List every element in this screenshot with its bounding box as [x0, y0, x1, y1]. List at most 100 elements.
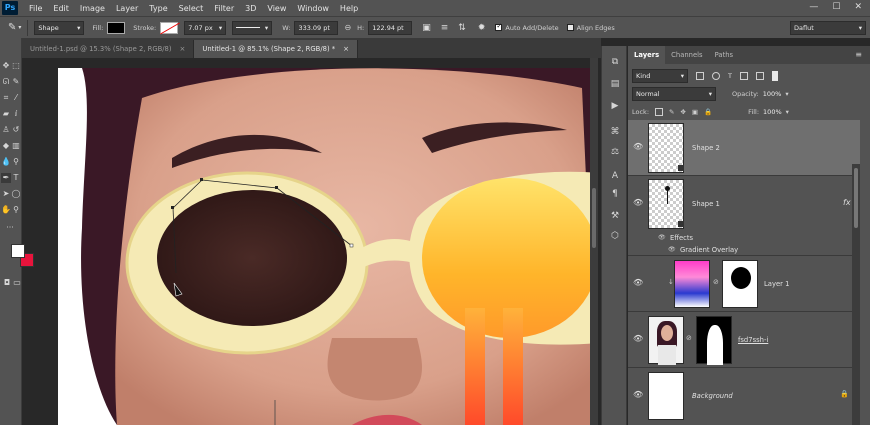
zoom-tool-icon[interactable]: ⚲	[11, 205, 21, 215]
filter-pixel-icon[interactable]	[696, 72, 704, 80]
anchor-point[interactable]	[275, 186, 278, 189]
gradient-tool-icon[interactable]: ▥	[11, 141, 21, 151]
lock-icon[interactable]: 🔒	[840, 390, 849, 398]
filter-shape-icon[interactable]	[739, 72, 748, 80]
menu-edit[interactable]: Edit	[53, 4, 69, 13]
more-tools-icon[interactable]: ···	[5, 223, 15, 233]
filter-type-icon[interactable]: T	[728, 72, 732, 80]
anchor-point[interactable]	[200, 178, 203, 181]
blur-tool-icon[interactable]: 💧	[1, 157, 11, 167]
scrollbar-thumb[interactable]	[592, 188, 596, 248]
eraser-tool-icon[interactable]: ◆	[1, 141, 11, 151]
close-icon[interactable]: ×	[180, 45, 186, 53]
menu-type[interactable]: Type	[149, 4, 167, 13]
layer-row-background[interactable]: 👁 Background 🔒	[628, 368, 860, 424]
clone-stamp-tool-icon[interactable]: ♙	[1, 125, 11, 135]
screen-mode-icon[interactable]: ▭	[12, 278, 22, 288]
tab-untitled-1-psd[interactable]: Untitled-1.psd @ 15.3% (Shape 2, RGB/8) …	[22, 40, 195, 58]
path-arrangement-icon[interactable]: ⇅	[458, 23, 466, 33]
pen-tool-icon[interactable]: ✒	[1, 173, 11, 183]
visibility-eye-icon[interactable]: 👁	[633, 390, 643, 399]
pen-tool-preset-icon[interactable]: ✎	[8, 22, 16, 33]
adjustments-icon[interactable]: ⚖	[608, 146, 622, 158]
layer-effects-row[interactable]: 👁 Effects	[628, 232, 860, 244]
blend-mode-select[interactable]: Normal ▾	[632, 87, 716, 101]
panel-menu-icon[interactable]: ≡	[855, 50, 862, 59]
fill-value[interactable]: 100%	[763, 108, 782, 116]
hand-tool-icon[interactable]: ✋	[1, 205, 11, 215]
stroke-width-field[interactable]: 7.07 px ▾	[184, 20, 227, 35]
layers-scrollbar[interactable]	[852, 164, 860, 425]
canvas-vertical-scrollbar[interactable]	[590, 58, 598, 425]
visibility-eye-icon[interactable]: 👁	[668, 246, 676, 253]
tab-layers[interactable]: Layers	[628, 46, 666, 64]
filter-toggle-icon[interactable]	[771, 71, 778, 81]
layer-name[interactable]: Shape 2	[692, 144, 720, 152]
stroke-style-select[interactable]: ▾	[232, 20, 273, 35]
type-tool-icon[interactable]: T	[11, 173, 21, 183]
settings-gear-icon[interactable]: ✹	[478, 23, 486, 33]
eyedropper-tool-icon[interactable]: ⁄	[11, 93, 21, 103]
gradient-overlay-row[interactable]: 👁 Gradient Overlay	[628, 244, 860, 256]
path-operations-icon[interactable]: ▣	[422, 23, 431, 33]
lasso-tool-icon[interactable]: ᘏ	[1, 77, 11, 87]
anchor-point[interactable]	[349, 243, 354, 248]
tab-paths[interactable]: Paths	[709, 46, 739, 64]
menu-layer[interactable]: Layer	[116, 4, 138, 13]
layer-name[interactable]: Background	[692, 392, 733, 400]
path-alignment-icon[interactable]: ≡	[441, 23, 449, 33]
layer-row-shape-2[interactable]: 👁 Shape 2	[628, 120, 860, 176]
visibility-eye-icon[interactable]: 👁	[633, 198, 643, 207]
fx-icon[interactable]: fx	[843, 198, 851, 207]
brush-settings-icon[interactable]: ⌘	[608, 126, 622, 138]
visibility-eye-icon[interactable]: 👁	[633, 142, 643, 151]
layer-row-layer-1[interactable]: 👁 ↓ ⊘ Layer 1	[628, 256, 860, 312]
scrollbar-thumb[interactable]	[854, 168, 858, 228]
healing-brush-tool-icon[interactable]: ▰	[1, 109, 11, 119]
filter-adjustment-icon[interactable]	[712, 72, 720, 80]
workspace-select[interactable]: Daflut ▾	[790, 20, 866, 35]
tool-presets-icon[interactable]: ⚒	[608, 210, 622, 222]
document-canvas[interactable]	[22, 58, 597, 425]
stroke-swatch[interactable]	[160, 21, 180, 34]
layer-name[interactable]: fsd7ssh-i	[738, 336, 768, 344]
layer-name[interactable]: Layer 1	[764, 280, 789, 288]
menu-window[interactable]: Window	[297, 4, 329, 13]
fill-swatch[interactable]	[107, 21, 126, 34]
history-panel-icon[interactable]: ⧉	[608, 56, 622, 68]
tab-untitled-1[interactable]: Untitled-1 @ 85.1% (Shape 2, RGB/8) * ×	[194, 40, 359, 58]
foreground-color-swatch[interactable]	[11, 244, 25, 258]
layer-name[interactable]: Shape 1	[692, 200, 720, 208]
tab-channels[interactable]: Channels	[665, 46, 708, 64]
layer-row-shape-1[interactable]: 👁 Shape 1 fx	[628, 176, 860, 232]
quick-mask-icon[interactable]: ◘	[2, 278, 12, 288]
lock-artboard-icon[interactable]: ▣	[692, 108, 698, 116]
filter-kind-select[interactable]: Kind ▾	[632, 69, 688, 83]
ellipse-tool-icon[interactable]: ◯	[11, 189, 21, 199]
path-selection-tool-icon[interactable]: ➤	[1, 189, 11, 199]
menu-filter[interactable]: Filter	[214, 4, 234, 13]
lock-transparent-icon[interactable]	[655, 108, 664, 116]
menu-file[interactable]: File	[29, 4, 42, 13]
menu-image[interactable]: Image	[80, 4, 105, 13]
menu-view[interactable]: View	[267, 4, 286, 13]
crop-tool-icon[interactable]: ⌗	[1, 93, 11, 103]
visibility-eye-icon[interactable]: 👁	[633, 334, 643, 343]
lock-all-icon[interactable]: 🔒	[704, 108, 712, 116]
height-field[interactable]: 122.94 pt	[368, 20, 413, 35]
link-icon[interactable]: ⊖	[344, 23, 351, 32]
swatches-panel-icon[interactable]: ▤	[608, 78, 622, 90]
filter-smart-object-icon[interactable]	[755, 72, 764, 80]
dodge-tool-icon[interactable]: ⚲	[11, 157, 21, 167]
quick-select-tool-icon[interactable]: ✎	[11, 77, 21, 87]
align-edges-checkbox[interactable]	[566, 24, 574, 31]
width-field[interactable]: 333.09 pt	[294, 20, 339, 35]
tool-mode-select[interactable]: Shape ▾	[34, 20, 85, 35]
move-tool-icon[interactable]: ✥	[1, 61, 11, 71]
menu-help[interactable]: Help	[340, 4, 358, 13]
3d-panel-icon[interactable]: ⬡	[608, 230, 622, 242]
lock-position-icon[interactable]: ✥	[680, 108, 685, 116]
lock-image-icon[interactable]: ✎	[669, 108, 674, 116]
auto-add-delete-checkbox[interactable]	[495, 22, 503, 31]
maximize-button[interactable]: ☐	[832, 2, 840, 12]
